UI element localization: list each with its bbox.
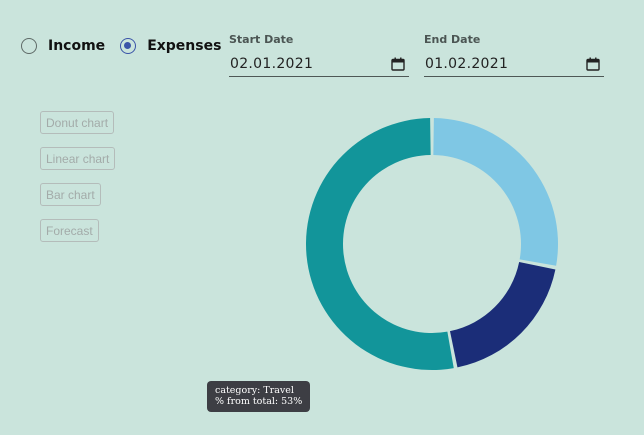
tooltip-category: category: Travel [215, 385, 294, 396]
end-date-value[interactable]: 01.02.2021 [424, 56, 508, 72]
expenses-radio-label[interactable]: Expenses [147, 38, 221, 54]
start-date-input[interactable]: 02.01.2021 [229, 47, 409, 77]
start-date-label: Start Date [229, 33, 294, 46]
end-date-input[interactable]: 01.02.2021 [424, 47, 604, 77]
income-radio[interactable]: Income [21, 38, 105, 54]
donut-slice-navy[interactable] [449, 261, 556, 368]
linear-chart-button[interactable]: Linear chart [40, 147, 116, 170]
donut-slice-light-blue[interactable] [433, 118, 558, 266]
end-date-label: End Date [424, 33, 481, 46]
donut-chart-button[interactable]: Donut chart [40, 111, 115, 134]
income-radio-circle[interactable] [21, 38, 37, 54]
bar-chart-button[interactable]: Bar chart [40, 183, 101, 206]
donut-chart [305, 118, 558, 370]
start-date-value[interactable]: 02.01.2021 [229, 56, 313, 72]
calendar-icon[interactable] [391, 57, 405, 71]
calendar-icon[interactable] [586, 57, 600, 71]
type-radio-group: Income Expenses [21, 38, 236, 54]
end-date-field: End Date 01.02.2021 [424, 33, 604, 77]
tooltip-percent: % from total: 53% [215, 396, 303, 407]
expenses-radio-circle[interactable] [120, 38, 137, 54]
donut-slice-teal[interactable] [305, 118, 454, 370]
expenses-radio[interactable]: Expenses [120, 38, 221, 54]
chart-tooltip: category: Travel % from total: 53% [207, 381, 311, 412]
forecast-button[interactable]: Forecast [40, 219, 99, 242]
income-radio-label[interactable]: Income [48, 38, 105, 54]
start-date-field: Start Date 02.01.2021 [229, 33, 409, 77]
